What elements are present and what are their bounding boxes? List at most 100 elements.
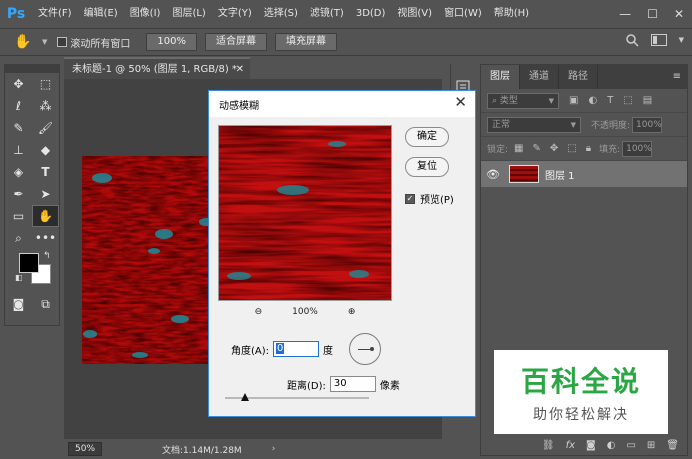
- scroll-all-windows-checkbox[interactable]: [57, 37, 68, 47]
- screen-mode-icon[interactable]: ⧉: [32, 293, 59, 315]
- distance-input[interactable]: 30: [329, 376, 376, 392]
- lock-artboard-icon[interactable]: ⬚: [567, 143, 576, 154]
- angle-dial[interactable]: [349, 333, 381, 365]
- maximize-icon[interactable]: ☐: [647, 7, 658, 21]
- foreground-color[interactable]: [19, 253, 39, 273]
- zoom-out-icon[interactable]: ⊖: [255, 307, 263, 317]
- eye-icon[interactable]: 👁︎: [481, 168, 505, 181]
- lock-pixels-icon[interactable]: ▦: [514, 143, 523, 154]
- angle-input[interactable]: 0: [273, 341, 320, 357]
- distance-slider[interactable]: [225, 393, 369, 401]
- layer-thumbnail: [509, 165, 539, 183]
- opacity-label: 不透明度:: [591, 121, 631, 131]
- eraser-tool-icon[interactable]: ◆: [32, 139, 59, 161]
- fill-field[interactable]: 100%: [622, 140, 653, 157]
- hand-tool-preset-icon[interactable]: ✋: [14, 34, 42, 50]
- preview-checkbox[interactable]: ✓: [405, 193, 415, 204]
- minimize-icon[interactable]: —: [619, 7, 631, 21]
- zoom-tool-icon[interactable]: ⌕: [5, 227, 32, 249]
- pixel-filter-icon[interactable]: ▣: [569, 95, 578, 106]
- reset-button[interactable]: 复位: [405, 157, 449, 177]
- lock-position-icon[interactable]: ✥: [550, 143, 558, 154]
- trash-icon[interactable]: 🗑︎: [666, 440, 679, 451]
- lock-paint-icon[interactable]: ✎: [533, 143, 541, 154]
- layer-row[interactable]: 👁︎ 图层 1: [481, 161, 687, 187]
- scroll-all-windows-label: 滚动所有窗口: [70, 38, 131, 50]
- tab-paths[interactable]: 路径: [559, 65, 598, 89]
- layer-name: 图层 1: [545, 170, 575, 182]
- path-select-tool-icon[interactable]: ➤: [32, 183, 59, 205]
- options-right: ▼: [625, 33, 684, 47]
- menu-image[interactable]: 图像(I): [124, 0, 167, 28]
- fx-icon[interactable]: fx: [566, 440, 575, 451]
- menu-layer[interactable]: 图层(L): [166, 0, 211, 28]
- new-group-icon[interactable]: ▭: [626, 440, 635, 451]
- panel-menu-icon[interactable]: ≡: [673, 71, 681, 82]
- preview-checkbox-row[interactable]: ✓ 预览(P): [405, 191, 454, 206]
- chevron-down-icon[interactable]: ▼: [42, 38, 47, 46]
- menu-file[interactable]: 文件(F): [32, 0, 78, 28]
- opacity-field[interactable]: 100%: [632, 116, 663, 133]
- photoshop-logo: Ps: [6, 6, 26, 22]
- swap-colors-icon[interactable]: ↰: [43, 251, 51, 261]
- distance-unit: 像素: [379, 380, 400, 392]
- default-colors-icon[interactable]: ◧: [15, 273, 23, 282]
- adjustment-layer-icon[interactable]: ◐: [607, 440, 616, 451]
- chevron-right-icon[interactable]: ›: [272, 444, 276, 454]
- add-mask-icon[interactable]: ◙: [586, 440, 596, 451]
- lasso-tool-icon[interactable]: ℓ: [5, 95, 32, 117]
- menu-select[interactable]: 选择(S): [258, 0, 304, 28]
- fill-screen-button[interactable]: 填充屏幕: [274, 33, 337, 51]
- zoom-in-icon[interactable]: ⊕: [348, 307, 356, 317]
- move-tool-icon[interactable]: ✥: [5, 73, 32, 95]
- lock-icons: ▦ ✎ ✥ ⬚ 🔒︎: [514, 143, 591, 154]
- chevron-down-icon[interactable]: ▼: [679, 36, 684, 44]
- workspace-icon[interactable]: [650, 34, 667, 46]
- paint-bucket-tool-icon[interactable]: ◈: [5, 161, 32, 183]
- menu-3d[interactable]: 3D(D): [350, 0, 392, 28]
- fit-screen-button[interactable]: 适合屏幕: [204, 33, 267, 51]
- quick-mask-icon[interactable]: ◙: [5, 293, 32, 315]
- magic-wand-tool-icon[interactable]: ⁂: [32, 95, 59, 117]
- tab-channels[interactable]: 通道: [520, 65, 559, 89]
- menu-window[interactable]: 窗口(W): [438, 0, 488, 28]
- link-layers-icon[interactable]: ⛓: [542, 440, 555, 451]
- document-tab[interactable]: 未标题-1 @ 50% (图层 1, RGB/8) * ✕: [64, 57, 250, 79]
- smart-object-filter-icon[interactable]: ▤: [643, 95, 652, 106]
- shape-filter-icon[interactable]: ⬚: [623, 95, 632, 106]
- filter-preview[interactable]: [218, 125, 392, 301]
- search-icon[interactable]: [625, 33, 639, 47]
- menu-type[interactable]: 文字(Y): [212, 0, 258, 28]
- panel-grip[interactable]: [5, 65, 59, 73]
- menu-view[interactable]: 视图(V): [391, 0, 438, 28]
- more-tools-icon[interactable]: •••: [32, 227, 59, 249]
- close-icon[interactable]: ✕: [674, 7, 684, 21]
- rectangle-tool-icon[interactable]: ▭: [5, 205, 32, 227]
- tab-layers[interactable]: 图层: [481, 65, 520, 89]
- menu-filter[interactable]: 滤镜(T): [304, 0, 350, 28]
- distance-slider-thumb[interactable]: [241, 393, 249, 401]
- menu-help[interactable]: 帮助(H): [488, 0, 535, 28]
- eyedropper-tool-icon[interactable]: ✎: [5, 117, 32, 139]
- blend-mode-select[interactable]: 正常 ▼: [487, 116, 581, 133]
- pen-tool-icon[interactable]: ✒: [5, 183, 32, 205]
- close-icon[interactable]: ✕: [236, 59, 244, 81]
- type-filter-icon[interactable]: T: [607, 95, 613, 106]
- brush-tool-icon[interactable]: 🖌: [32, 117, 59, 139]
- layers-footer: ⛓ fx ◙ ◐ ▭ ⊞ 🗑︎: [481, 435, 687, 455]
- new-layer-icon[interactable]: ⊞: [647, 440, 655, 451]
- distance-label: 距离(D):: [287, 380, 326, 392]
- type-tool-icon[interactable]: T: [32, 161, 59, 183]
- zoom-100-button[interactable]: 100%: [146, 33, 197, 51]
- close-icon[interactable]: ✕: [454, 93, 467, 111]
- marquee-tool-icon[interactable]: ⬚: [32, 73, 59, 95]
- lock-all-icon[interactable]: 🔒︎: [586, 143, 591, 154]
- ok-button[interactable]: 确定: [405, 127, 449, 147]
- adjustment-filter-icon[interactable]: ◐: [588, 95, 597, 106]
- dialog-titlebar[interactable]: 动感模糊 ✕: [209, 91, 475, 117]
- stamp-tool-icon[interactable]: ⊥: [5, 139, 32, 161]
- filter-kind-select[interactable]: ⌕ 类型 ▼: [487, 92, 559, 109]
- status-zoom[interactable]: 50%: [68, 442, 103, 456]
- menu-edit[interactable]: 编辑(E): [78, 0, 124, 28]
- hand-tool-icon[interactable]: ✋: [31, 205, 59, 227]
